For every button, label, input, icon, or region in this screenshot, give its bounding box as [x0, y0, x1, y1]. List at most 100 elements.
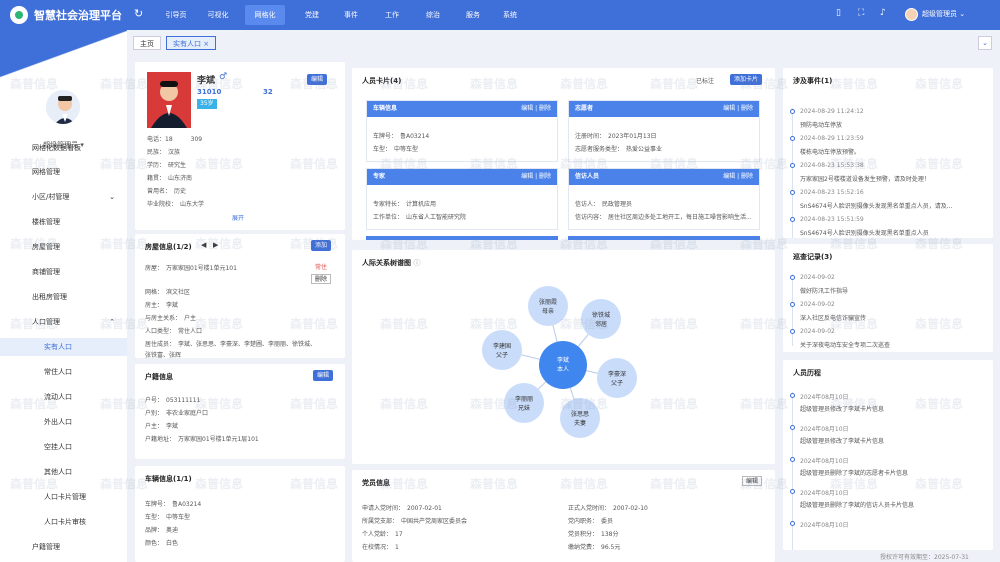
- timeline-text[interactable]: SnS4674号人脸识别摄像头发现黑名单重点人员，请及...: [800, 201, 988, 210]
- timeline-text[interactable]: 超级管理员删除了李斌的信访人员卡片信息: [800, 500, 988, 509]
- household-head: 户主： 李斌: [145, 423, 179, 430]
- sidebar-item[interactable]: 流动人口: [0, 388, 127, 406]
- timeline-dot: [790, 521, 795, 526]
- close-icon[interactable]: ×: [203, 40, 209, 48]
- timeline-dot: [790, 275, 795, 280]
- nav-grid[interactable]: 网格化: [245, 5, 285, 25]
- refresh-icon[interactable]: ↻: [134, 7, 143, 20]
- bell-icon[interactable]: ♪: [880, 8, 886, 18]
- sidebar-item-label: 户籍管理: [32, 543, 60, 551]
- add-card-button[interactable]: 添加卡片: [730, 74, 763, 85]
- timeline-text[interactable]: 超级管理员修改了李斌卡片信息: [800, 436, 988, 445]
- prev-icon[interactable]: ◀: [201, 241, 206, 249]
- relation-node[interactable]: 张思思 夫妻: [560, 398, 600, 438]
- sidebar-item[interactable]: 房屋管理: [0, 238, 127, 256]
- sidebar-item[interactable]: 户籍管理: [0, 538, 127, 556]
- relation-center-node[interactable]: 李斌 本人: [539, 341, 587, 389]
- sidebar-item[interactable]: 外出人口: [0, 413, 127, 431]
- timeline-text[interactable]: SnS4674号人脸识别摄像头发现黑名单重点人员: [800, 228, 988, 237]
- house-members: 居住成员： 李斌、张思思、李豪深、李楚圃、李丽丽、徐铁城、: [145, 341, 317, 348]
- visits-title: 巡查记录(3): [793, 253, 833, 261]
- nav-zongzhi[interactable]: 综治: [413, 0, 453, 30]
- timeline-text[interactable]: 深入社区反电信诈骗宣传: [800, 313, 988, 322]
- timeline-text[interactable]: 楼栋电动车停放预警。: [800, 147, 988, 156]
- timeline-line: [792, 392, 793, 550]
- tab-real-population[interactable]: 实有人口 ×: [166, 36, 217, 50]
- sidebar-item[interactable]: 小区/村管理 ⌄: [0, 188, 127, 206]
- card-petitioner-actions[interactable]: 编辑 | 删除: [723, 169, 753, 185]
- timeline-time: 2024年08月10日: [800, 458, 849, 465]
- mobile-icon[interactable]: ▯: [836, 8, 841, 18]
- profile-education: 学历： 研究生: [147, 162, 187, 169]
- chevron-down-icon[interactable]: ⌄: [109, 188, 115, 206]
- household-number: 户号： 053111111: [145, 397, 201, 404]
- edit-profile-button[interactable]: 编辑: [307, 74, 328, 85]
- edit-party-button[interactable]: 编辑: [742, 476, 763, 486]
- tab-home[interactable]: 主页: [133, 36, 161, 50]
- timeline-dot: [790, 329, 795, 334]
- timeline-text[interactable]: 预防电动车停放: [800, 120, 988, 129]
- sidebar-item[interactable]: 人口管理 ⌃: [0, 313, 127, 331]
- sidebar-item[interactable]: 网格管理: [0, 163, 127, 181]
- household-title: 户籍信息: [145, 373, 173, 381]
- timeline-text[interactable]: 超级管理员删除了李斌的志愿者卡片信息: [800, 468, 988, 477]
- timeline-time: 2024-08-23 15:53:38: [800, 162, 864, 169]
- logo-icon: [10, 6, 28, 24]
- top-bar: 智慧社会治理平台 ↻ 引导页 可视化 网格化 党建 事件 工作 综治 服务 系统…: [0, 0, 1000, 30]
- sidebar-item[interactable]: 空挂人口: [0, 438, 127, 456]
- relation-node[interactable]: 李豪深 父子: [597, 358, 637, 398]
- profile-former-name: 曾用名： 历史: [147, 188, 187, 195]
- nav-work[interactable]: 工作: [372, 0, 412, 30]
- sidebar-item[interactable]: 楼栋管理: [0, 213, 127, 231]
- sidebar-item[interactable]: 其他人口: [0, 463, 127, 481]
- house-address: 房屋： 万家家园01号楼1单元101: [145, 265, 237, 272]
- sidebar-item-label: 商铺管理: [32, 268, 60, 276]
- vehicle-color: 颜色： 白色: [145, 540, 179, 547]
- avatar[interactable]: [905, 8, 918, 21]
- sidebar-item[interactable]: 网格化数据看板: [0, 139, 127, 157]
- sidebar-avatar: [44, 88, 82, 126]
- expand-link[interactable]: 展开: [232, 213, 244, 222]
- relation-node[interactable]: 张丽霞 母亲: [528, 286, 568, 326]
- sidebar-item[interactable]: 人口卡片管理: [0, 488, 127, 506]
- timeline-text[interactable]: 超级管理员修改了李斌卡片信息: [800, 404, 988, 413]
- sidebar-item[interactable]: 人口卡片审核: [0, 513, 127, 531]
- nav-system[interactable]: 系统: [490, 0, 530, 30]
- party-apply-date: 申请入党时间： 2007-02-01: [362, 505, 442, 512]
- relation-node[interactable]: 徐铁城 邻居: [581, 299, 621, 339]
- nav-service[interactable]: 服务: [453, 0, 493, 30]
- user-menu[interactable]: 超级管理员 ⌄: [922, 9, 965, 19]
- card-petitioner-line2: 信访内容： 居住社区周边多处工地开工，每日施工噪音影响生活...: [575, 214, 752, 221]
- relation-node[interactable]: 李丽丽 兄妹: [504, 383, 544, 423]
- household-type: 户别： 非农业家庭户口: [145, 410, 209, 417]
- nav-party[interactable]: 党建: [292, 0, 332, 30]
- card-vehicle-actions[interactable]: 编辑 | 删除: [521, 101, 551, 117]
- chevron-up-icon[interactable]: ⌃: [109, 313, 115, 331]
- relation-graph-panel: 人际关系树谱图 ⓘ 张丽霞 母亲 徐铁城 邻居 李建国 父子 李斌 本人 李豪深 父子 李…: [352, 250, 775, 464]
- events-panel: 涉及事件(1) 2024-08-29 11:24:12 预防电动车停放 2024-0…: [783, 68, 993, 238]
- delete-house-button[interactable]: 删除: [311, 274, 332, 284]
- timeline-text[interactable]: 做好防汛工作指导: [800, 286, 988, 295]
- sidebar-item-label: 空挂人口: [44, 443, 72, 451]
- timeline-dot: [790, 217, 795, 222]
- card-volunteer-actions[interactable]: 编辑 | 删除: [723, 101, 753, 117]
- nav-event[interactable]: 事件: [331, 0, 371, 30]
- nav-visual[interactable]: 可视化: [198, 0, 238, 30]
- timeline-text[interactable]: 万家家园2号楼楼道设备发生预警，请及时处理！: [800, 174, 988, 183]
- edit-household-button[interactable]: 编辑: [313, 370, 334, 381]
- nav-guide[interactable]: 引导页: [156, 0, 196, 30]
- timeline-text[interactable]: 关于深夜电动车安全专项二次巡查: [800, 340, 988, 349]
- sidebar-item[interactable]: 出租房管理: [0, 288, 127, 306]
- sidebar-item[interactable]: 实有人口: [0, 338, 127, 356]
- next-icon[interactable]: ▶: [213, 241, 218, 249]
- house-members-more: 张铁富、张辉: [145, 352, 182, 359]
- sidebar-item[interactable]: 常住人口: [0, 363, 127, 381]
- card-expert-actions[interactable]: 编辑 | 删除: [521, 169, 551, 185]
- add-house-button[interactable]: 添加: [311, 240, 332, 251]
- chevron-down-icon[interactable]: ⌄: [978, 36, 992, 50]
- card-volunteer-line2: 志愿者服务类型： 热爱公益事业: [575, 146, 663, 153]
- sidebar-item[interactable]: 商铺管理: [0, 263, 127, 281]
- fullscreen-icon[interactable]: ⛶: [858, 8, 864, 18]
- relation-node[interactable]: 李建国 父子: [482, 330, 522, 370]
- card-petitioner: 信访人员 编辑 | 删除 信访人： 民政管理员 信访内容： 居住社区周边多处工地开…: [568, 168, 760, 230]
